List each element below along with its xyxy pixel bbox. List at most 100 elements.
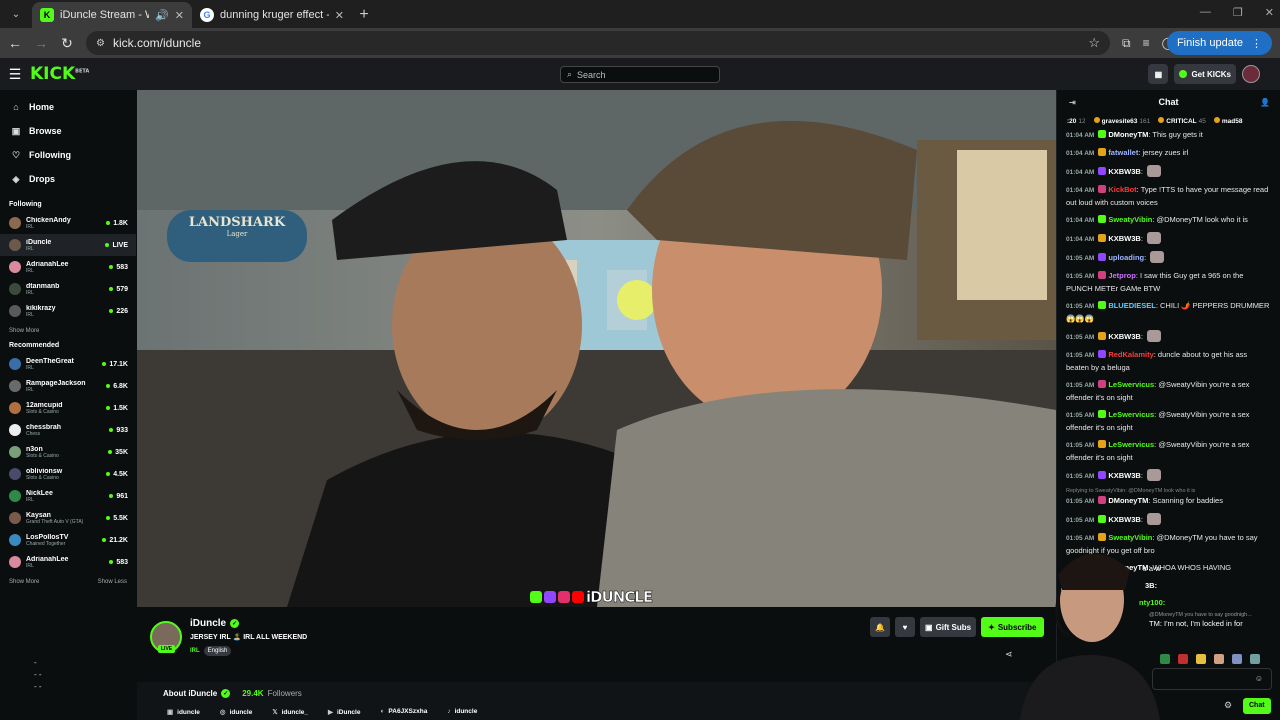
language-tag[interactable]: English: [203, 646, 232, 656]
notification-button[interactable]: 🔔: [870, 617, 890, 637]
video-player[interactable]: LANDSHARK Lager: [137, 90, 1056, 607]
chat-message[interactable]: 01:05 AM DMoneyTM: Scanning for baddies: [1066, 495, 1272, 508]
url-field[interactable]: ⚙ kick.com/iduncle ☆: [86, 31, 1110, 55]
chat-username[interactable]: KXBW3B: [1108, 167, 1141, 176]
channel-item[interactable]: chessbrah Chess 933: [0, 419, 136, 441]
chat-username[interactable]: Jetprop: [1108, 271, 1136, 280]
chat-username[interactable]: DMoneyTM: [1108, 496, 1148, 505]
social-link[interactable]: ♪ iduncle: [447, 708, 477, 716]
show-less-button[interactable]: Show Less: [98, 579, 127, 585]
category-link[interactable]: IRL: [190, 648, 200, 654]
reply-context[interactable]: Replying to SweatyVibin: @DMoneyTM look …: [1066, 488, 1272, 494]
gifter-item[interactable]: CRITICAL 45: [1158, 117, 1206, 125]
channel-item[interactable]: 12amcupid Slots & Casino 1.5K: [0, 397, 136, 419]
channel-item[interactable]: n3on Slots & Casino 35K: [0, 441, 136, 463]
channel-item[interactable]: LosPollosTV Chained Together 21.2K: [0, 529, 136, 551]
finish-update-button[interactable]: Finish update ⋮: [1166, 31, 1272, 55]
show-more-button[interactable]: Show More: [9, 328, 39, 334]
emote-icon[interactable]: [1232, 654, 1242, 664]
chat-username[interactable]: KXBW3B: [1108, 234, 1141, 243]
sidebar-item-home[interactable]: ⌂ Home: [0, 95, 136, 119]
chat-message[interactable]: 01:04 AM KXBW3B:: [1066, 165, 1272, 179]
chat-username[interactable]: KickBot: [1108, 185, 1136, 194]
chat-username[interactable]: LeSwervicus: [1108, 380, 1154, 389]
tab-google[interactable]: G dunning kruger effect - Google ✕: [192, 2, 352, 28]
chat-message[interactable]: 01:05 AM LeSwervicus: @SweatyVibin you're…: [1066, 439, 1272, 464]
back-icon[interactable]: ←: [2, 35, 28, 51]
sidebar-item-following[interactable]: ♡ Following: [0, 143, 136, 167]
chat-message[interactable]: 01:05 AM BLUEDIESEL: CHILI 🌶️ PEPPERS DRU…: [1066, 300, 1272, 325]
social-link[interactable]: ▣ iduncle: [167, 708, 200, 716]
show-more-button[interactable]: Show More: [9, 579, 39, 585]
chat-username[interactable]: LeSwervicus: [1108, 440, 1154, 449]
gift-subs-button[interactable]: ▣ Gift Subs: [920, 617, 977, 637]
search-input[interactable]: ⌕ Search: [560, 66, 720, 83]
extensions-icon[interactable]: ⧉: [1122, 36, 1131, 51]
chat-username[interactable]: RedKalamity: [1108, 350, 1153, 359]
chat-message[interactable]: 01:05 AM RedKalamity: duncle about to get…: [1066, 349, 1272, 374]
chat-message[interactable]: 01:04 AM KickBot: Type !TTS to have your …: [1066, 184, 1272, 209]
chat-users-icon[interactable]: 👤: [1260, 98, 1270, 107]
minimize-icon[interactable]: —: [1200, 6, 1211, 19]
channel-item[interactable]: oblivionsw Slots & Casino 4.5K: [0, 463, 136, 485]
social-link[interactable]: ▶ iDuncle: [328, 708, 360, 716]
get-kicks-button[interactable]: Get KICKs: [1174, 64, 1236, 84]
hamburger-menu-icon[interactable]: ☰: [0, 66, 30, 83]
bookmark-star-icon[interactable]: ☆: [1088, 35, 1100, 51]
social-link[interactable]: ◐ PA6JXSzxha: [380, 708, 427, 716]
user-avatar[interactable]: [1242, 65, 1260, 83]
gifter-item[interactable]: gravesite63 161: [1093, 117, 1150, 125]
chat-username[interactable]: SweatyVibin: [1108, 215, 1152, 224]
reload-icon[interactable]: ↻: [54, 35, 80, 52]
chat-username[interactable]: BLUEDIESEL: [1108, 301, 1156, 310]
audio-icon[interactable]: 🔊: [155, 9, 169, 22]
chat-message[interactable]: 01:05 AM KXBW3B:: [1066, 513, 1272, 527]
channel-item[interactable]: DeenTheGreat IRL 17.1K: [0, 353, 136, 375]
follow-button[interactable]: ♥: [895, 617, 915, 637]
chat-send-button[interactable]: Chat: [1243, 698, 1271, 714]
channel-item[interactable]: kikikrazy IRL 226: [0, 300, 136, 322]
dashboard-button[interactable]: ▦: [1148, 64, 1169, 84]
chat-message[interactable]: 01:05 AM LeSwervicus: @SweatyVibin you're…: [1066, 409, 1272, 434]
gifter-item[interactable]: mad58: [1213, 117, 1245, 125]
chat-username[interactable]: KXBW3B: [1108, 471, 1141, 480]
channel-item[interactable]: RampageJackson IRL 6.8K: [0, 375, 136, 397]
sidebar-item-drops[interactable]: ◈ Drops: [0, 167, 136, 191]
media-icon[interactable]: ≡: [1143, 36, 1150, 51]
site-info-icon[interactable]: ⚙: [96, 38, 105, 49]
emote-icon[interactable]: [1214, 654, 1224, 664]
chat-username[interactable]: DMoneyTM: [1108, 130, 1148, 139]
channel-item[interactable]: Kaysan Grand Theft Auto V (GTA) 5.5K: [0, 507, 136, 529]
chat-username[interactable]: fatwallet: [1108, 148, 1138, 157]
emote-icon[interactable]: [1178, 654, 1188, 664]
tab-search-icon[interactable]: ⌄: [4, 2, 28, 26]
emote-icon[interactable]: [1196, 654, 1206, 664]
social-link[interactable]: ◎ iduncle: [220, 708, 252, 716]
chat-message[interactable]: 01:05 AM uploading:: [1066, 251, 1272, 265]
close-tab-icon[interactable]: ✕: [335, 9, 344, 22]
chat-message[interactable]: 01:04 AM SweatyVibin: @DMoneyTM look who …: [1066, 214, 1272, 227]
emote-icon[interactable]: [1160, 654, 1170, 664]
tab-kick[interactable]: K iDuncle Stream - Watch Live 🔊 ✕: [32, 2, 192, 28]
kick-logo[interactable]: KICKBETA: [30, 64, 89, 84]
chat-username[interactable]: uploading: [1108, 253, 1144, 262]
new-tab-button[interactable]: +: [352, 2, 376, 28]
emote-icon[interactable]: [1250, 654, 1260, 664]
chat-message[interactable]: 01:05 AM KXBW3B:: [1066, 330, 1272, 344]
chat-username[interactable]: KXBW3B: [1108, 332, 1141, 341]
channel-item[interactable]: ChickenAndy IRL 1.8K: [0, 212, 136, 234]
collapse-chat-icon[interactable]: ⇥: [1069, 98, 1076, 107]
chat-message[interactable]: 01:05 AM KXBW3B:: [1066, 469, 1272, 483]
chat-settings-icon[interactable]: ⚙: [1224, 700, 1232, 711]
channel-item[interactable]: NickLee IRL 961: [0, 485, 136, 507]
chat-message[interactable]: 01:04 AM DMoneyTM: This guy gets it: [1066, 129, 1272, 142]
close-window-icon[interactable]: ✕: [1265, 6, 1274, 19]
chat-message[interactable]: 01:05 AM Jetprop: I saw this Guy get a 96…: [1066, 270, 1272, 295]
channel-item[interactable]: AdrianahLee IRL 583: [0, 551, 136, 573]
channel-item[interactable]: AdrianahLee IRL 583: [0, 256, 136, 278]
channel-item[interactable]: iDuncle IRL LIVE: [0, 234, 136, 256]
chat-message[interactable]: 01:04 AM KXBW3B:: [1066, 232, 1272, 246]
channel-item[interactable]: dtanmanb IRL 579: [0, 278, 136, 300]
chat-input[interactable]: ☺: [1152, 668, 1272, 690]
chat-message[interactable]: 01:05 AM LeSwervicus: @SweatyVibin you're…: [1066, 379, 1272, 404]
